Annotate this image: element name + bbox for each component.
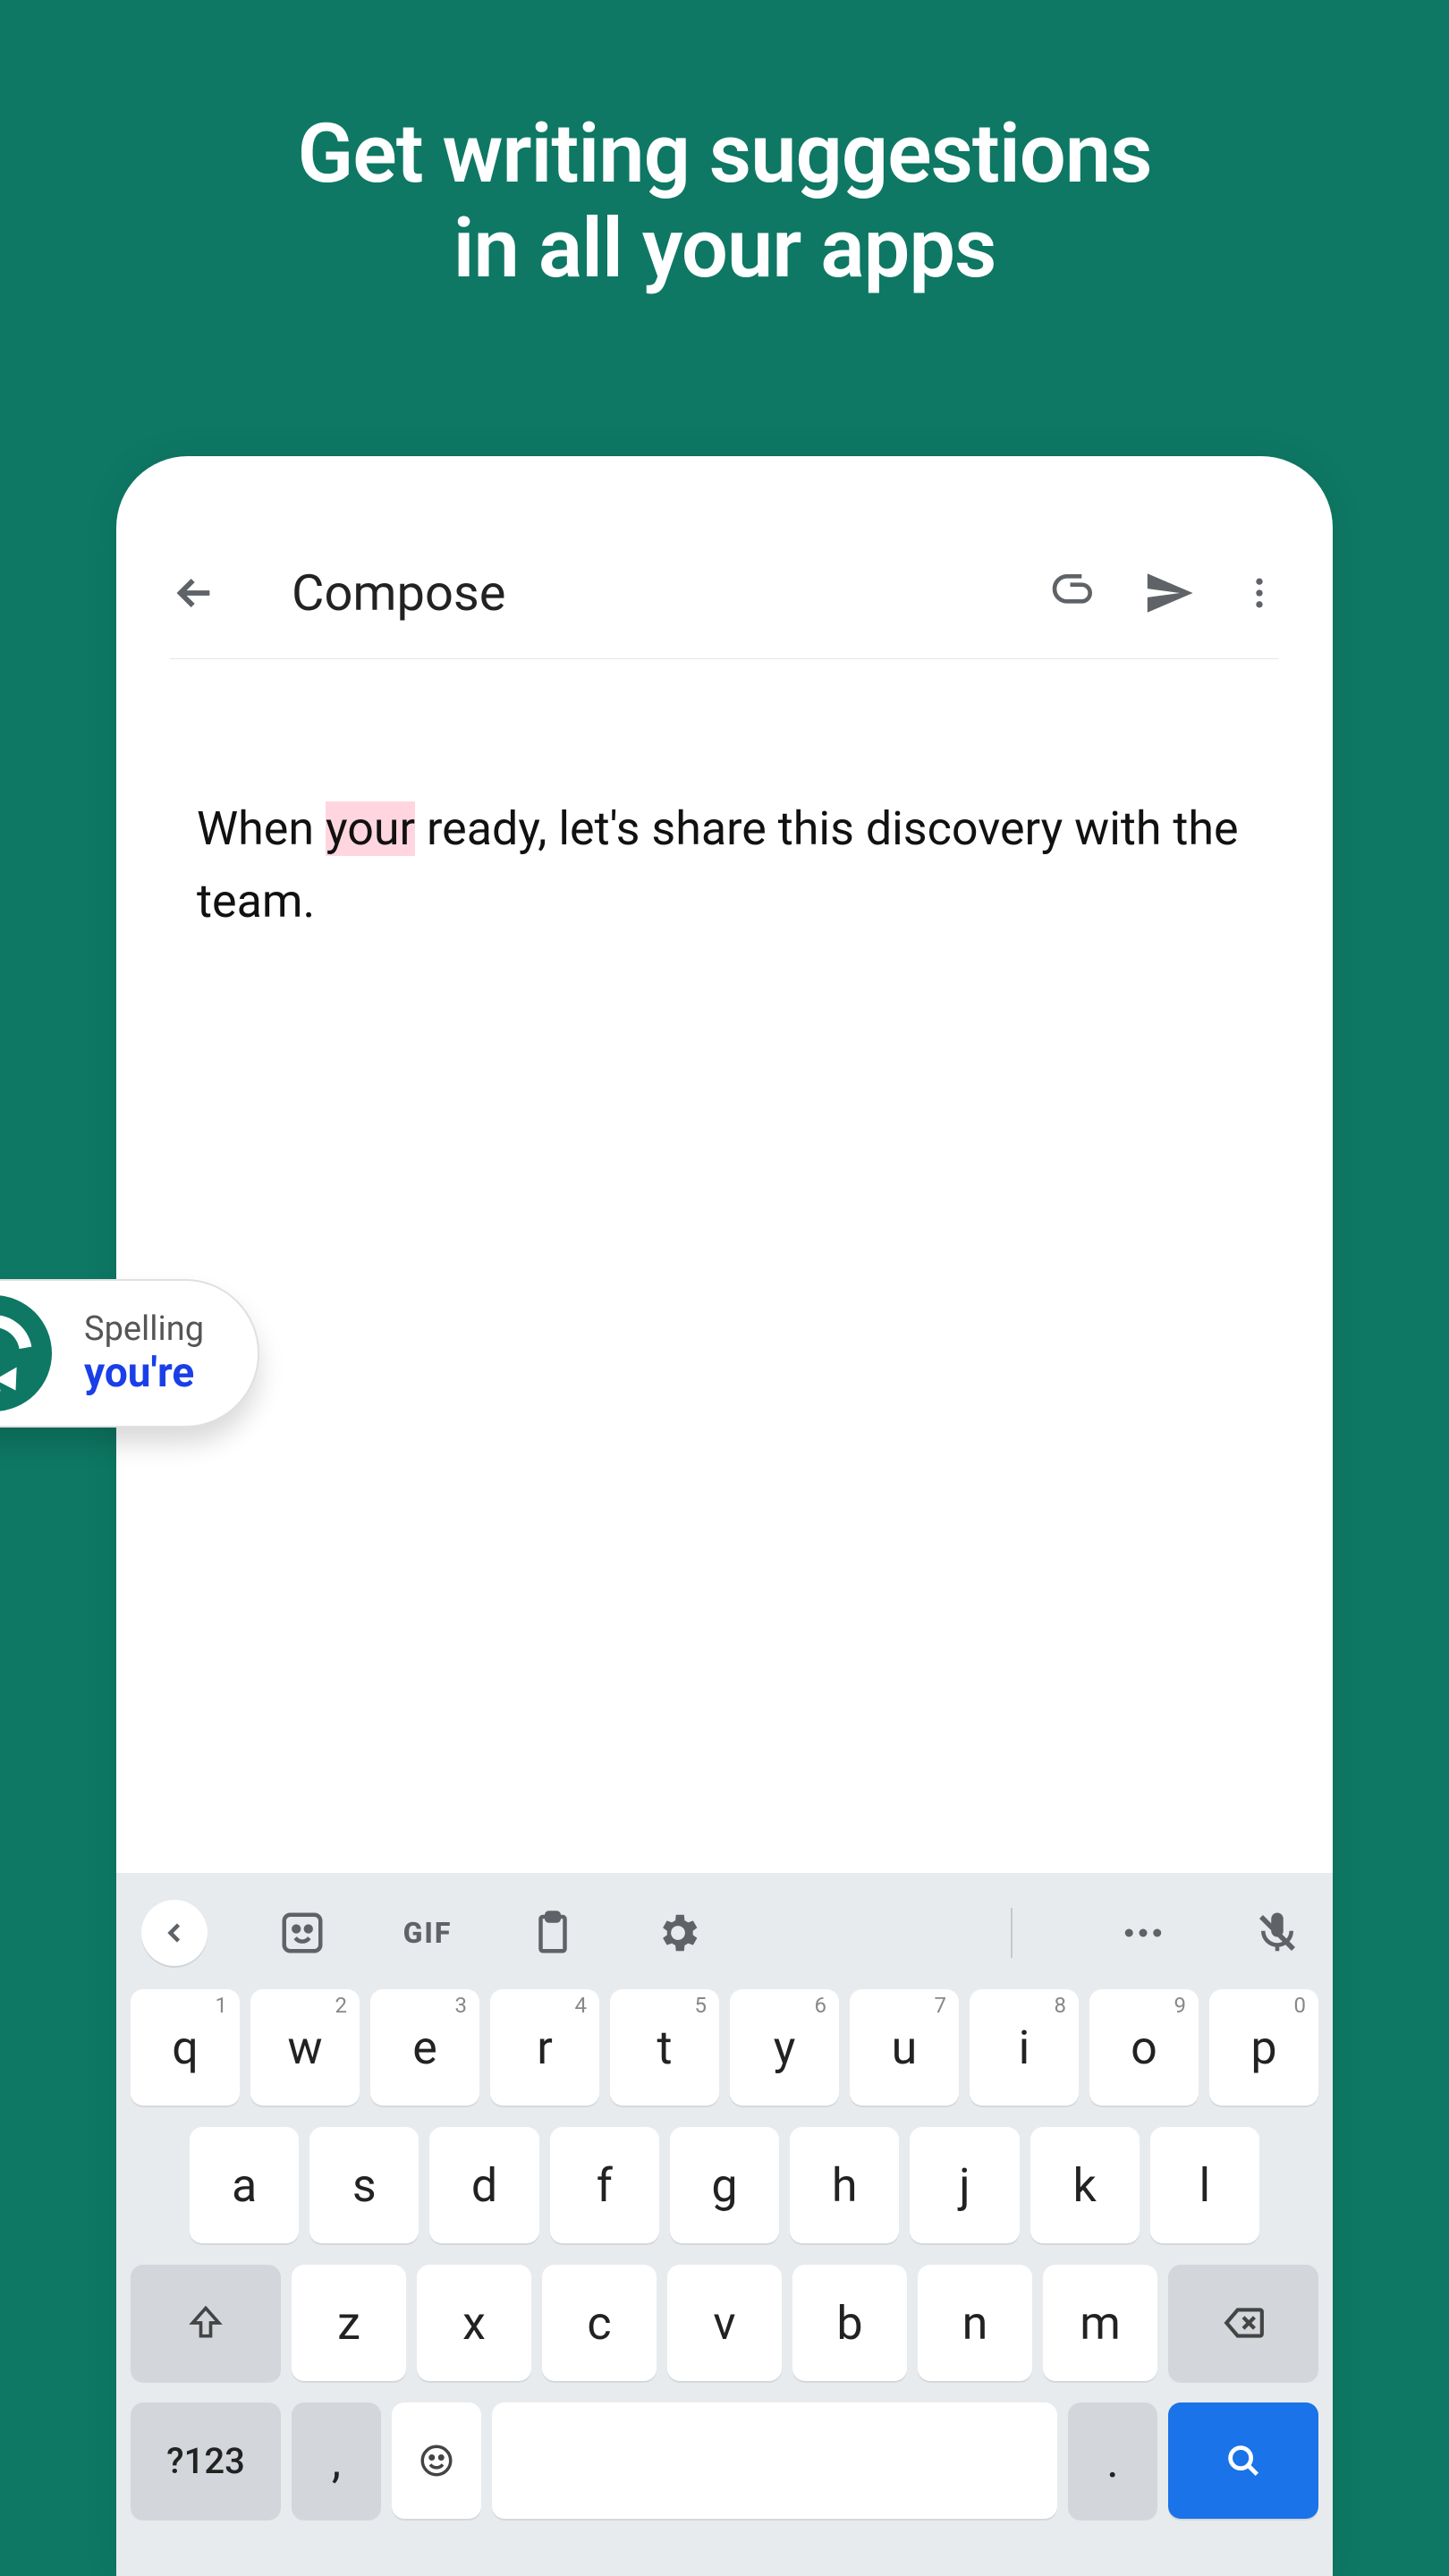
- search-enter-key[interactable]: [1168, 2402, 1318, 2519]
- space-key[interactable]: [492, 2402, 1057, 2519]
- key-f[interactable]: f: [550, 2127, 659, 2243]
- keyboard-row-2: asdfghjkl: [131, 2127, 1318, 2243]
- key-y[interactable]: y6: [730, 1989, 839, 2106]
- key-r[interactable]: r4: [490, 1989, 599, 2106]
- back-arrow-icon[interactable]: [170, 568, 220, 618]
- emoji-key[interactable]: [392, 2402, 481, 2519]
- attachment-icon[interactable]: [1048, 568, 1098, 618]
- period-key[interactable]: .: [1068, 2402, 1157, 2519]
- key-o[interactable]: o9: [1089, 1989, 1199, 2106]
- key-q[interactable]: q1: [131, 1989, 240, 2106]
- key-e[interactable]: e3: [370, 1989, 479, 2106]
- key-i[interactable]: i8: [970, 1989, 1079, 2106]
- comma-key[interactable]: ,: [292, 2402, 381, 2519]
- key-g[interactable]: g: [670, 2127, 779, 2243]
- mic-off-icon[interactable]: [1247, 1902, 1308, 1963]
- key-c[interactable]: c: [542, 2265, 657, 2381]
- keyboard-toolbar: GIF: [116, 1873, 1333, 1989]
- keyboard-row-4: ?123 , .: [131, 2402, 1318, 2519]
- key-t[interactable]: t5: [610, 1989, 719, 2106]
- keyboard-row-1: q1w2e3r4t5y6u7i8o9p0: [131, 1989, 1318, 2106]
- backspace-key[interactable]: [1168, 2265, 1318, 2381]
- compose-text-before: When: [197, 801, 326, 856]
- key-x[interactable]: x: [417, 2265, 531, 2381]
- keyboard-rows: q1w2e3r4t5y6u7i8o9p0 asdfghjkl zxcvbnm ?…: [116, 1989, 1333, 2576]
- key-b[interactable]: b: [792, 2265, 907, 2381]
- grammarly-suggestion-pill[interactable]: Spelling you're: [0, 1279, 259, 1428]
- key-v[interactable]: v: [667, 2265, 782, 2381]
- settings-gear-icon[interactable]: [648, 1902, 708, 1963]
- collapse-toolbar-icon[interactable]: [141, 1900, 208, 1966]
- gif-icon[interactable]: GIF: [397, 1902, 458, 1963]
- key-w[interactable]: w2: [250, 1989, 360, 2106]
- suggestion-correction: you're: [84, 1349, 204, 1397]
- sticker-icon[interactable]: [272, 1902, 333, 1963]
- key-d[interactable]: d: [429, 2127, 538, 2243]
- phone-frame: Compose When your ready, let's share thi…: [116, 456, 1333, 2576]
- hero-line-1: Get writing suggestions: [298, 106, 1152, 202]
- key-l[interactable]: l: [1150, 2127, 1259, 2243]
- key-h[interactable]: h: [790, 2127, 899, 2243]
- key-p[interactable]: p0: [1209, 1989, 1318, 2106]
- grammarly-logo-icon: [0, 1295, 52, 1411]
- more-vert-icon[interactable]: [1240, 573, 1279, 613]
- key-s[interactable]: s: [309, 2127, 419, 2243]
- key-z[interactable]: z: [292, 2265, 406, 2381]
- on-screen-keyboard: GIF q1w2e3r4t5y6u7i8o9p0 asdfghjkl: [116, 1873, 1333, 2576]
- key-u[interactable]: u7: [850, 1989, 959, 2106]
- key-m[interactable]: m: [1043, 2265, 1157, 2381]
- shift-key[interactable]: [131, 2265, 281, 2381]
- toolbar-divider: [1011, 1908, 1013, 1958]
- compose-text-area[interactable]: When your ready, let's share this discov…: [116, 659, 1333, 973]
- key-j[interactable]: j: [910, 2127, 1019, 2243]
- more-horiz-icon[interactable]: [1113, 1902, 1174, 1963]
- hero-line-2: in all your apps: [453, 201, 996, 297]
- key-a[interactable]: a: [190, 2127, 299, 2243]
- appbar-title: Compose: [292, 564, 1004, 623]
- hero-headline: Get writing suggestions in all your apps: [0, 0, 1449, 369]
- key-n[interactable]: n: [918, 2265, 1032, 2381]
- keyboard-row-3: zxcvbnm: [131, 2265, 1318, 2381]
- key-k[interactable]: k: [1030, 2127, 1140, 2243]
- suggestion-label: Spelling: [84, 1309, 204, 1349]
- suggestion-text: Spelling you're: [84, 1309, 204, 1397]
- numeric-key[interactable]: ?123: [131, 2402, 281, 2519]
- error-highlight[interactable]: your: [326, 801, 415, 856]
- clipboard-icon[interactable]: [522, 1902, 583, 1963]
- app-bar: Compose: [116, 456, 1333, 658]
- send-icon[interactable]: [1143, 567, 1195, 619]
